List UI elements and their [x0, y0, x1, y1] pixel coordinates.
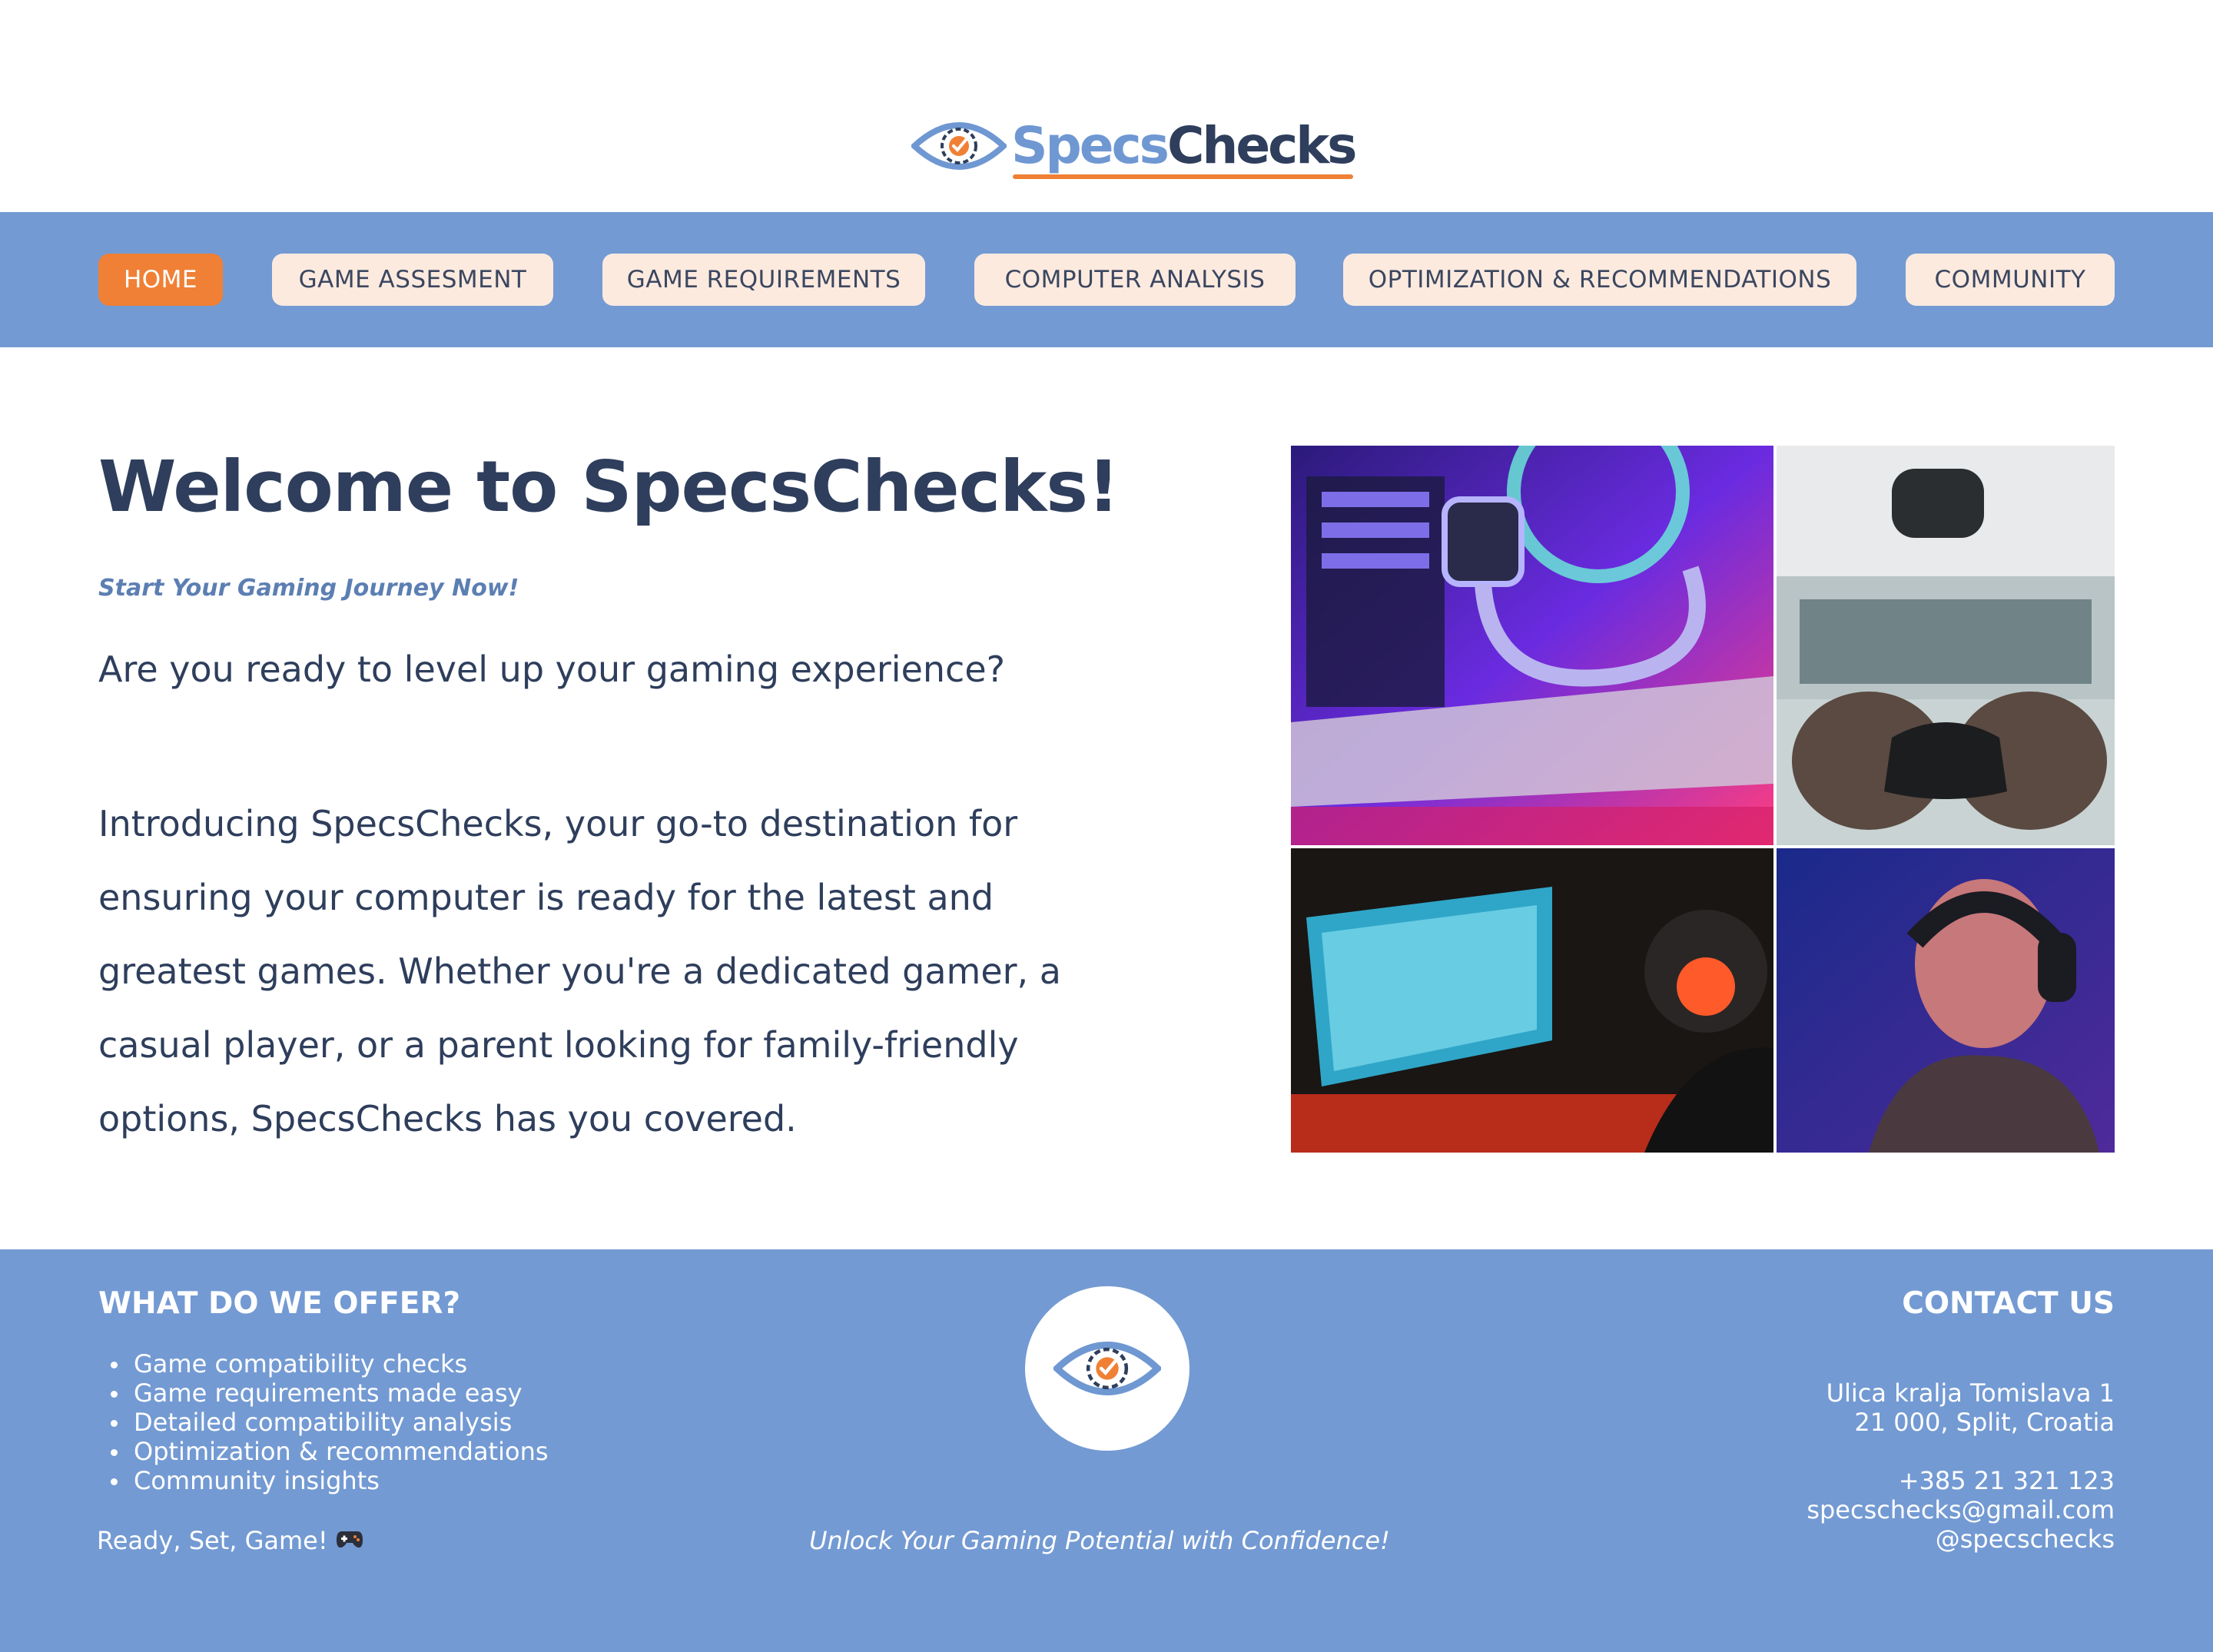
- nav-computer-analysis-button[interactable]: COMPUTER ANALYSIS: [974, 254, 1296, 306]
- nav-optimization-button[interactable]: OPTIMIZATION & RECOMMENDATIONS: [1343, 254, 1856, 306]
- main-nav: HOME GAME ASSESMENT GAME REQUIREMENTS CO…: [0, 212, 2213, 347]
- intro-line: Introducing SpecsChecks, your go-to dest…: [98, 803, 1018, 844]
- hero-intro: Introducing SpecsChecks, your go-to dest…: [98, 787, 1097, 1156]
- nav-game-assessment-button[interactable]: GAME ASSESMENT: [272, 254, 553, 306]
- logo-wordmark: SpecsChecks: [1011, 121, 1357, 179]
- gamer-headset-photo: [1777, 848, 2115, 1153]
- eye-gear-icon: [1053, 1342, 1161, 1395]
- contact-handle[interactable]: @specschecks: [1807, 1524, 2115, 1554]
- contact-details: +385 21 321 123 specschecks@gmail.com @s…: [1807, 1466, 2115, 1554]
- contact-address: Ulica kralja Tomislava 1 21 000, Split, …: [1826, 1378, 2115, 1437]
- list-item: Detailed compatibility analysis: [98, 1408, 549, 1437]
- controller-photo: [1777, 446, 2115, 845]
- logo-underline: [1013, 174, 1354, 179]
- list-item: Optimization & recommendations: [98, 1437, 549, 1466]
- nav-game-requirements-button[interactable]: GAME REQUIREMENTS: [602, 254, 925, 306]
- site-logo[interactable]: SpecsChecks: [911, 108, 1357, 184]
- contact-phone[interactable]: +385 21 321 123: [1807, 1466, 2115, 1495]
- contact-email[interactable]: specschecks@gmail.com: [1807, 1495, 2115, 1524]
- nav-community-button[interactable]: COMMUNITY: [1906, 254, 2115, 306]
- gamer-monitor-photo: [1291, 848, 1773, 1153]
- contact-heading: CONTACT US: [1902, 1286, 2115, 1321]
- list-item: Game compatibility checks: [98, 1349, 549, 1378]
- intro-line: ensuring your computer is ready for the …: [98, 877, 994, 918]
- intro-line: casual player, or a parent looking for f…: [98, 1024, 1019, 1066]
- site-footer: WHAT DO WE OFFER? Game compatibility che…: [0, 1249, 2213, 1652]
- eye-gear-icon: [911, 122, 1007, 170]
- address-line: Ulica kralja Tomislava 1: [1826, 1378, 2115, 1408]
- pc-hardware-photo: [1291, 446, 1773, 845]
- hero-tagline: Start Your Gaming Journey Now!: [98, 575, 519, 602]
- intro-line: options, SpecsChecks has you covered.: [98, 1098, 797, 1139]
- list-item: Community insights: [98, 1466, 549, 1495]
- intro-line: greatest games. Whether you're a dedicat…: [98, 950, 1061, 992]
- photo-gallery: [1291, 446, 2115, 1153]
- hero-lead: Are you ready to level up your gaming ex…: [98, 649, 1006, 690]
- footer-logo[interactable]: [1025, 1286, 1189, 1451]
- offer-list: Game compatibility checks Game requireme…: [98, 1349, 549, 1495]
- logo-word-specs: Specs: [1011, 116, 1170, 175]
- offer-heading: WHAT DO WE OFFER?: [98, 1286, 461, 1321]
- logo-word-checks: Checks: [1166, 116, 1357, 175]
- list-item: Game requirements made easy: [98, 1378, 549, 1408]
- hero-section: Welcome to SpecsChecks! Start Your Gamin…: [0, 347, 2213, 1249]
- page-title: Welcome to SpecsChecks!: [98, 446, 1120, 528]
- address-line: 21 000, Split, Croatia: [1854, 1408, 2115, 1437]
- site-header: SpecsChecks: [0, 0, 2213, 212]
- nav-home-button[interactable]: HOME: [98, 254, 223, 306]
